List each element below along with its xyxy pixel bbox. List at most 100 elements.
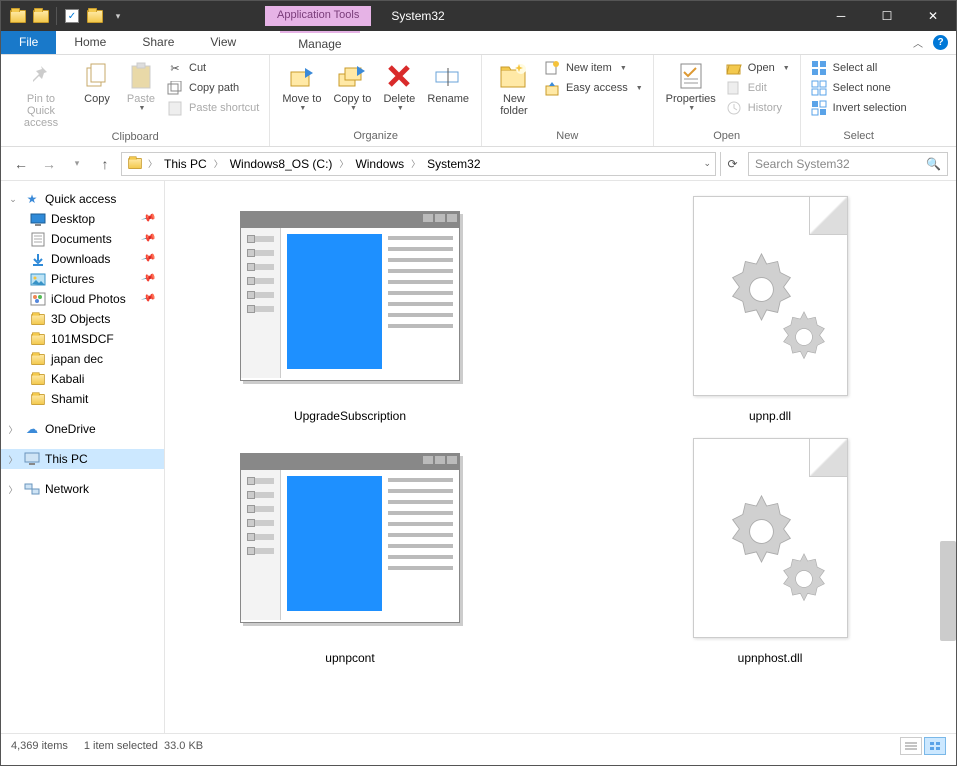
crumb-system32[interactable]: System32 <box>424 157 483 171</box>
tree-item-101msdcf[interactable]: 101MSDCF <box>1 329 164 349</box>
tree-item-pictures[interactable]: Pictures📌 <box>1 269 164 289</box>
window-title: System32 <box>391 9 444 23</box>
history-button[interactable]: History <box>722 99 794 117</box>
move-to-button[interactable]: Move to▼ <box>276 57 327 114</box>
tree-item-kabali[interactable]: Kabali <box>1 369 164 389</box>
tab-share[interactable]: Share <box>124 31 192 54</box>
tree-item-japan-dec[interactable]: japan dec <box>1 349 164 369</box>
copy-to-icon <box>337 59 367 93</box>
file-item[interactable]: upnphost.dll <box>605 433 935 665</box>
crumb-drive[interactable]: Windows8_OS (C:) <box>227 157 336 171</box>
new-item-button[interactable]: New item▼ <box>540 59 647 77</box>
select-none-button[interactable]: Select none <box>807 79 911 97</box>
star-icon: ★ <box>23 191 41 207</box>
tree-this-pc[interactable]: 〉This PC <box>1 449 164 469</box>
tree-item-icon <box>29 251 47 267</box>
forward-button[interactable]: → <box>37 152 61 176</box>
easy-access-button[interactable]: Easy access▼ <box>540 79 647 97</box>
contextual-tab-label: Application Tools <box>265 6 371 26</box>
tree-item-shamit[interactable]: Shamit <box>1 389 164 409</box>
help-icon[interactable]: ? <box>933 35 948 50</box>
maximize-button[interactable]: ☐ <box>864 1 910 31</box>
tree-item-icloud-photos[interactable]: iCloud Photos📌 <box>1 289 164 309</box>
window-controls: ─ ☐ ✕ <box>818 1 956 31</box>
tab-home[interactable]: Home <box>56 31 124 54</box>
tree-item-icon <box>29 311 47 327</box>
tree-item-label: Downloads <box>51 252 110 266</box>
address-dropdown-icon[interactable]: ⌄ <box>703 158 711 169</box>
edit-button[interactable]: Edit <box>722 79 794 97</box>
file-view[interactable]: UpgradeSubscription upnp.dll upnpcont upnph… <box>165 181 956 733</box>
pin-icon: 📌 <box>140 250 160 268</box>
tree-item-icon <box>29 271 47 287</box>
chevron-right-icon[interactable]: 〉 <box>7 483 19 496</box>
tree-network[interactable]: 〉Network <box>1 479 164 499</box>
back-button[interactable]: ← <box>9 152 33 176</box>
chevron-down-icon[interactable]: ⌄ <box>7 194 19 205</box>
paste-shortcut-button[interactable]: Paste shortcut <box>163 99 263 117</box>
tree-item-documents[interactable]: Documents📌 <box>1 229 164 249</box>
tree-item-icon <box>29 331 47 347</box>
close-button[interactable]: ✕ <box>910 1 956 31</box>
tree-item-3d-objects[interactable]: 3D Objects <box>1 309 164 329</box>
tree-quick-access[interactable]: ⌄★Quick access <box>1 189 164 209</box>
address-bar[interactable]: 〉 This PC〉 Windows8_OS (C:)〉 Windows〉 Sy… <box>121 152 716 176</box>
copy-button[interactable]: Copy <box>75 57 119 107</box>
large-icons-view-button[interactable] <box>924 737 946 755</box>
pin-icon: 📌 <box>140 210 160 228</box>
properties-button[interactable]: Properties▼ <box>660 57 722 114</box>
crumb-windows[interactable]: Windows <box>352 157 407 171</box>
tab-view[interactable]: View <box>192 31 254 54</box>
file-thumbnail <box>660 191 880 401</box>
crumb-this-pc[interactable]: This PC <box>161 157 210 171</box>
search-box[interactable]: Search System32 🔍 <box>748 152 948 176</box>
tree-item-downloads[interactable]: Downloads 📌 <box>1 249 164 269</box>
new-folder-button[interactable]: New folder <box>488 57 540 119</box>
rename-button[interactable]: Rename <box>421 57 475 107</box>
qat-properties-check[interactable]: ✓ <box>61 5 83 27</box>
details-view-button[interactable] <box>900 737 922 755</box>
file-item[interactable]: upnp.dll <box>605 191 935 423</box>
chevron-right-icon[interactable]: 〉 <box>212 157 225 170</box>
chevron-right-icon[interactable]: 〉 <box>146 157 159 170</box>
open-button[interactable]: Open▼ <box>722 59 794 77</box>
chevron-right-icon[interactable]: 〉 <box>7 423 19 436</box>
delete-icon <box>386 59 412 93</box>
tab-file[interactable]: File <box>1 31 56 54</box>
vertical-scrollbar[interactable] <box>940 541 956 641</box>
tree-item-icon <box>29 371 47 387</box>
tab-manage[interactable]: Manage <box>280 31 359 54</box>
qat-customize[interactable]: ▾ <box>107 5 129 27</box>
minimize-button[interactable]: ─ <box>818 1 864 31</box>
tree-item-icon <box>29 231 47 247</box>
collapse-ribbon-icon[interactable]: ︿ <box>913 35 923 50</box>
file-name-label: UpgradeSubscription <box>294 409 406 423</box>
cut-button[interactable]: ✂Cut <box>163 59 263 77</box>
tree-item-label: Desktop <box>51 212 95 226</box>
copy-path-icon <box>167 80 183 96</box>
recent-locations-button[interactable]: ▾ <box>65 152 89 176</box>
group-new-label: New <box>488 130 647 144</box>
chevron-right-icon[interactable]: 〉 <box>409 157 422 170</box>
paste-button[interactable]: Paste▼ <box>119 57 163 114</box>
file-item[interactable]: upnpcont <box>185 433 515 665</box>
chevron-right-icon[interactable]: 〉 <box>7 453 19 466</box>
location-folder-icon <box>126 156 144 172</box>
invert-selection-button[interactable]: Invert selection <box>807 99 911 117</box>
up-button[interactable]: ↑ <box>93 152 117 176</box>
chevron-right-icon[interactable]: 〉 <box>337 157 350 170</box>
copy-to-button[interactable]: Copy to▼ <box>327 57 377 114</box>
pin-icon <box>27 59 55 93</box>
select-all-button[interactable]: Select all <box>807 59 911 77</box>
file-item[interactable]: UpgradeSubscription <box>185 191 515 423</box>
copy-path-button[interactable]: Copy path <box>163 79 263 97</box>
pin-to-quick-access-button[interactable]: Pin to Quick access <box>7 57 75 131</box>
tree-item-desktop[interactable]: Desktop 📌 <box>1 209 164 229</box>
delete-button[interactable]: Delete▼ <box>377 57 421 114</box>
navigation-tree[interactable]: ⌄★Quick access Desktop📌Documents📌Downloa… <box>1 181 165 733</box>
refresh-button[interactable]: ⟳ <box>720 152 744 176</box>
qat-folder-1[interactable] <box>7 5 29 27</box>
qat-folder-2[interactable] <box>30 5 52 27</box>
tree-onedrive[interactable]: 〉☁OneDrive <box>1 419 164 439</box>
qat-folder-3[interactable] <box>84 5 106 27</box>
